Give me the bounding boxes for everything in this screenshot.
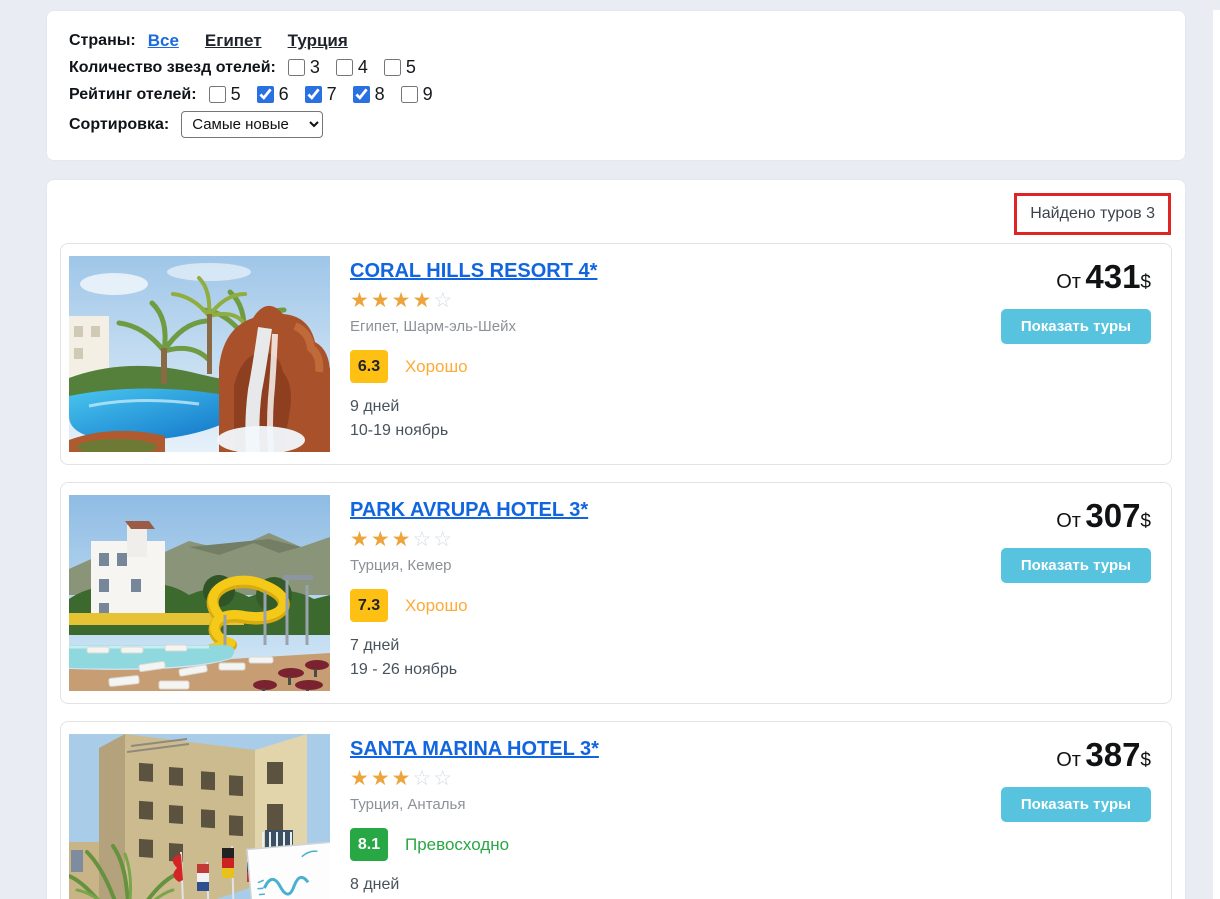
- rating-7-label: 7: [326, 84, 337, 104]
- sort-label: Сортировка:: [69, 115, 170, 133]
- tour-duration: 9 дней: [350, 398, 400, 415]
- hotel-info: CORAL HILLS RESORT 4* ★★★★☆ Египет, Шарм…: [350, 256, 906, 452]
- country-filter-egypt[interactable]: Египет: [205, 31, 262, 51]
- filters-panel: Страны: Все Египет Турция Количество зве…: [46, 10, 1186, 161]
- rating-9-label: 9: [422, 84, 433, 104]
- price-from-label: От: [1056, 271, 1081, 293]
- rating-filter-7[interactable]: 7: [304, 84, 337, 105]
- page-container: Страны: Все Египет Турция Количество зве…: [46, 10, 1186, 899]
- hotel-name-link[interactable]: PARK AVRUPA HOTEL 3*: [350, 499, 588, 522]
- star-filter-5[interactable]: 5: [383, 57, 416, 78]
- rating-7-checkbox[interactable]: [304, 86, 322, 103]
- countries-filter-row: Страны: Все Египет Турция: [69, 31, 1163, 51]
- price-currency: $: [1140, 750, 1151, 771]
- hotel-card: CORAL HILLS RESORT 4* ★★★★☆ Египет, Шарм…: [60, 243, 1172, 465]
- rating-6-checkbox[interactable]: [256, 86, 274, 103]
- tour-duration: 8 дней: [350, 876, 400, 893]
- country-filter-turkey[interactable]: Турция: [288, 31, 348, 51]
- rating-5-checkbox[interactable]: [208, 86, 226, 103]
- price: От 307$: [1056, 497, 1151, 535]
- hotel-photo-facade[interactable]: SANTAmarina: [69, 734, 330, 899]
- found-tours-count: Найдено туров 3: [1030, 205, 1155, 222]
- sort-select[interactable]: Самые новые: [181, 111, 324, 138]
- pool-resort-image: [69, 256, 330, 452]
- price-column: От 307$ Показать туры: [926, 495, 1151, 691]
- rating-checkbox-group: 5 6 7 8 9: [208, 84, 433, 105]
- hotel-photo-waterslide[interactable]: [69, 495, 330, 691]
- waterslide-image: [69, 495, 330, 691]
- rating-8-checkbox[interactable]: [352, 86, 370, 103]
- scrollbar-track[interactable]: [1213, 10, 1220, 899]
- rating-6-label: 6: [278, 84, 289, 104]
- show-tours-button[interactable]: Показать туры: [1000, 309, 1151, 344]
- guest-rating-row: 8.1 Превосходно: [350, 828, 906, 861]
- hotel-info: PARK AVRUPA HOTEL 3* ★★★☆☆ Турция, Кемер…: [350, 495, 906, 691]
- star-4-label: 4: [357, 57, 368, 77]
- rating-badge: 7.3: [350, 589, 388, 622]
- star-5-label: 5: [405, 57, 416, 77]
- rating-9-checkbox[interactable]: [400, 86, 418, 103]
- star-3-label: 3: [309, 57, 320, 77]
- results-panel: Найдено туров 3 CORAL HILLS RESORT 4* ★★…: [46, 179, 1186, 899]
- star-filter-4[interactable]: 4: [335, 57, 368, 78]
- price-from-label: От: [1056, 510, 1081, 532]
- rating-filter-6[interactable]: 6: [256, 84, 289, 105]
- rating-word: Превосходно: [405, 834, 510, 854]
- show-tours-button[interactable]: Показать туры: [1000, 548, 1151, 583]
- price-currency: $: [1140, 272, 1151, 293]
- found-tours-highlight: Найдено туров 3: [1014, 193, 1171, 235]
- sort-row: Сортировка: Самые новые: [69, 111, 1163, 138]
- rating-8-label: 8: [374, 84, 385, 104]
- rating-5-label: 5: [230, 84, 241, 104]
- stars-filter-row: Количество звезд отелей: 3 4 5: [69, 57, 1163, 78]
- hotel-card: PARK AVRUPA HOTEL 3* ★★★☆☆ Турция, Кемер…: [60, 482, 1172, 704]
- country-filter-all[interactable]: Все: [148, 31, 179, 51]
- price-amount: 387: [1085, 736, 1141, 773]
- tour-dates: 19 - 26 ноябрь: [350, 661, 458, 678]
- hotel-card: SANTAmarina SANTA MARINA HOTEL 3* ★★★☆☆ …: [60, 721, 1172, 899]
- guest-rating-row: 6.3 Хорошо: [350, 350, 906, 383]
- price: От 431$: [1056, 258, 1151, 296]
- stars-label: Количество звезд отелей:: [69, 58, 276, 76]
- hotel-photo-pool-resort[interactable]: [69, 256, 330, 452]
- hotel-facade-image: SANTAmarina: [69, 734, 330, 899]
- rating-label: Рейтинг отелей:: [69, 85, 197, 103]
- star-3-checkbox[interactable]: [287, 59, 305, 76]
- star-rating: ★★★☆☆: [350, 767, 455, 790]
- country-links: Все Египет Турция: [148, 31, 348, 51]
- show-tours-button[interactable]: Показать туры: [1000, 787, 1151, 822]
- rating-badge: 8.1: [350, 828, 388, 861]
- hotel-name-link[interactable]: CORAL HILLS RESORT 4*: [350, 260, 597, 283]
- star-rating: ★★★★☆: [350, 289, 455, 312]
- price-currency: $: [1140, 511, 1151, 532]
- hotel-location: Египет, Шарм-эль-Шейх: [350, 318, 516, 335]
- hotel-location: Турция, Анталья: [350, 796, 466, 813]
- price-amount: 431: [1085, 258, 1141, 295]
- tour-dates: 10-19 ноябрь: [350, 422, 449, 439]
- hotel-name-link[interactable]: SANTA MARINA HOTEL 3*: [350, 738, 599, 761]
- price: От 387$: [1056, 736, 1151, 774]
- rating-filter-row: Рейтинг отелей: 5 6 7 8 9: [69, 84, 1163, 105]
- price-column: От 431$ Показать туры: [926, 256, 1151, 452]
- rating-filter-8[interactable]: 8: [352, 84, 385, 105]
- star-5-checkbox[interactable]: [383, 59, 401, 76]
- price-amount: 307: [1085, 497, 1141, 534]
- stars-checkbox-group: 3 4 5: [287, 57, 416, 78]
- rating-filter-9[interactable]: 9: [400, 84, 433, 105]
- rating-badge: 6.3: [350, 350, 388, 383]
- countries-label: Страны:: [69, 32, 136, 49]
- star-4-checkbox[interactable]: [335, 59, 353, 76]
- rating-word: Хорошо: [405, 356, 468, 376]
- tour-duration: 7 дней: [350, 637, 400, 654]
- rating-word: Хорошо: [405, 595, 468, 615]
- star-rating: ★★★☆☆: [350, 528, 455, 551]
- hotel-info: SANTA MARINA HOTEL 3* ★★★☆☆ Турция, Анта…: [350, 734, 906, 899]
- price-column: От 387$ Показать туры: [926, 734, 1151, 899]
- guest-rating-row: 7.3 Хорошо: [350, 589, 906, 622]
- hotel-location: Турция, Кемер: [350, 557, 452, 574]
- star-filter-3[interactable]: 3: [287, 57, 320, 78]
- price-from-label: От: [1056, 749, 1081, 771]
- rating-filter-5[interactable]: 5: [208, 84, 241, 105]
